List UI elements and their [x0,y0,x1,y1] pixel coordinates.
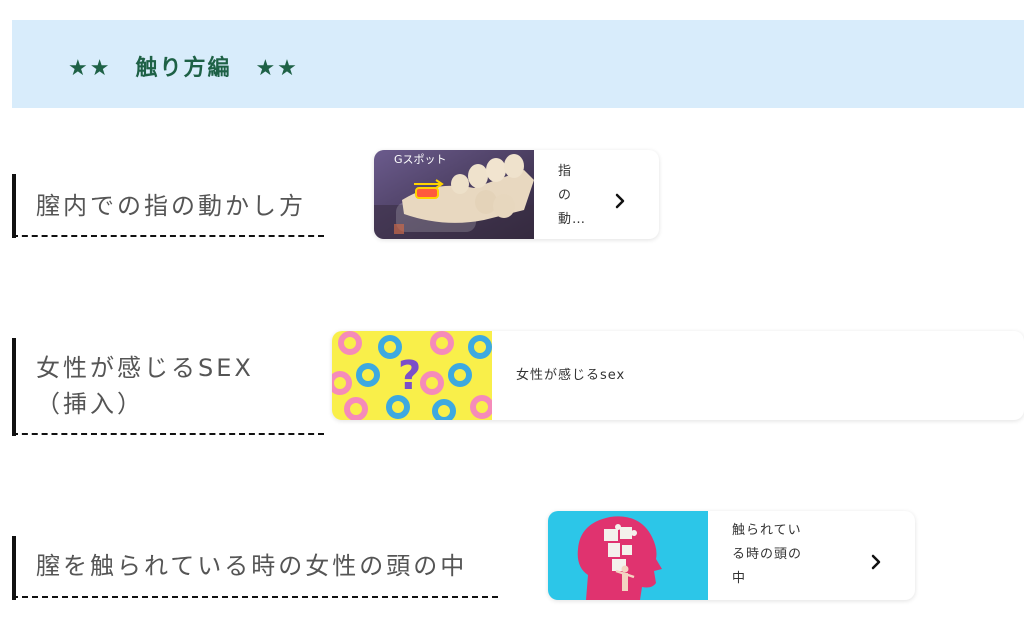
header-title: ★★ 触り方編 ★★ [68,56,299,81]
heading-text-line: 女性が感じるSEX [36,354,254,382]
heading-text: 女性が感じるSEX （挿入） [36,350,254,422]
card-title: 触られてい る時の頭の 中 [732,519,802,591]
card-title-line: の [558,188,573,203]
gender-symbols-pattern-image: ? [332,331,492,420]
heading-dashed-underline [12,433,324,435]
heading-text: 膣内での指の動かし方 [36,192,306,220]
card-title-line: 触られてい [732,523,802,538]
card-thumbnail-image: ? [332,331,492,420]
heading-bar [12,536,16,600]
chevron-right-icon [615,193,625,209]
card-title-line: 中 [732,571,747,586]
chevron-right-icon [871,554,881,570]
hand-illustration-image: Gスポット [374,150,534,239]
head-puzzle-image [548,511,708,600]
card-thumbnail-image: Gスポット [374,150,534,239]
heading-dashed-underline [12,596,498,598]
heading-bar [12,338,16,436]
related-article-card[interactable]: Gスポット 指 の 動… [374,150,659,239]
card-title-line: 動… [558,212,587,227]
heading-dashed-underline [12,235,324,237]
section-heading-3: 膣を触られている時の女性の頭の中 [12,536,498,600]
section-heading-1: 膣内での指の動かし方 [12,174,324,238]
related-article-card[interactable]: ? 女性が感じるsex [332,331,1024,420]
thumbnail-caption: Gスポット [394,153,447,166]
heading-text-line: （挿入） [36,390,144,418]
card-title: 指 の 動… [558,160,586,232]
section-header-band: ★★ 触り方編 ★★ [12,20,1024,108]
related-article-card[interactable]: 触られてい る時の頭の 中 [548,511,915,600]
card-thumbnail-image [548,511,708,600]
heading-text: 膣を触られている時の女性の頭の中 [36,552,468,580]
svg-text:?: ? [398,353,421,399]
card-title-line: 指 [558,164,573,179]
heading-bar [12,174,16,238]
section-heading-2: 女性が感じるSEX （挿入） [12,338,324,436]
card-title: 女性が感じるsex [516,368,626,383]
card-title-line: る時の頭の [732,547,803,562]
